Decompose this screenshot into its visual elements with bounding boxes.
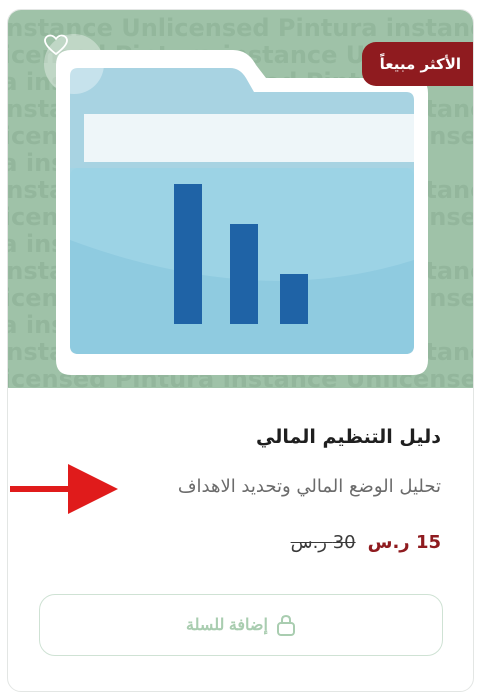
price-row: 15 ر.س 30 ر.س — [291, 532, 441, 553]
current-price: 15 ر.س — [367, 532, 441, 553]
add-to-cart-label: إضافة للسلة — [186, 617, 268, 634]
chart-bar — [230, 224, 258, 324]
chart-bar — [280, 274, 308, 324]
product-subtitle: تحليل الوضع المالي وتحديد الاهداف — [177, 476, 441, 497]
product-title[interactable]: دليل التنظيم المالي — [256, 426, 441, 448]
wishlist-button[interactable] — [44, 34, 104, 94]
product-image[interactable]: instance Unlicensed Pintura instanceUnli… — [8, 10, 473, 388]
bestseller-badge: الأكثر مبيعاً — [361, 42, 473, 86]
product-card[interactable]: instance Unlicensed Pintura instanceUnli… — [7, 9, 474, 692]
red-arrow-icon — [10, 464, 118, 514]
heart-icon — [44, 34, 68, 56]
lock-bag-icon — [276, 614, 295, 636]
chart-bar — [174, 184, 202, 324]
original-price: 30 ر.س — [290, 532, 356, 553]
add-to-cart-button[interactable]: إضافة للسلة — [39, 594, 443, 656]
